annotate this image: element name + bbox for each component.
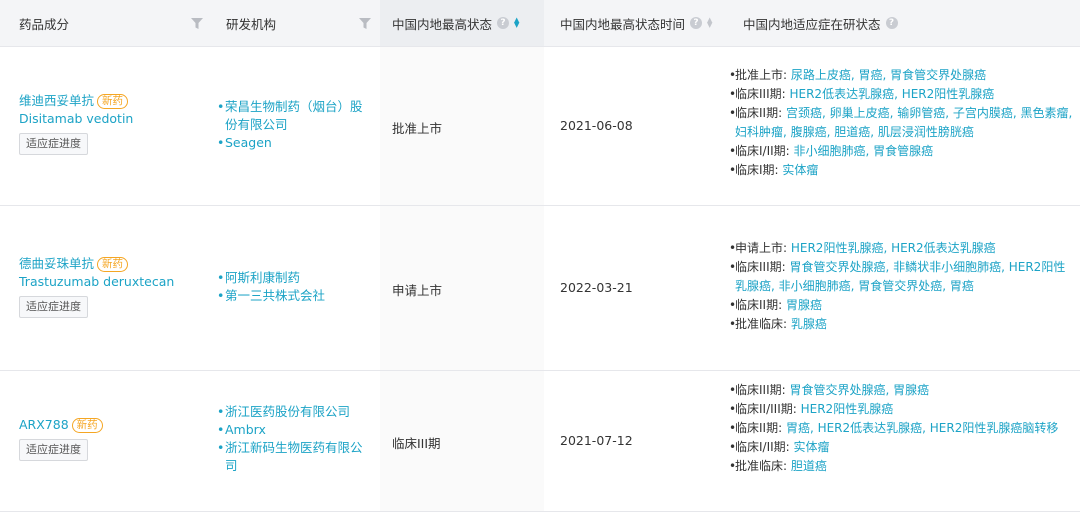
indication-link[interactable]: 实体瘤 <box>794 440 830 454</box>
indication-link[interactable]: 胃癌, HER2低表达乳腺癌, HER2阳性乳腺癌脑转移 <box>786 421 1058 435</box>
indication-item: • 临床III期: 胃食管交界处腺癌, 非鳞状非小细胞肺癌, HER2阳性乳腺癌,… <box>729 260 1066 293</box>
indication-link[interactable]: 胃腺癌 <box>786 298 822 312</box>
indication-item: • 批准临床: 乳腺癌 <box>729 317 827 331</box>
indication-item: • 批准临床: 胆道癌 <box>729 459 827 473</box>
status-value: 申请上市 <box>392 283 443 298</box>
indication-link[interactable]: 乳腺癌 <box>791 317 827 331</box>
indication-item: • 临床II期: 胃腺癌 <box>729 298 822 312</box>
indication-item: • 临床I/II期: 非小细胞肺癌, 胃食管腺癌 <box>729 144 934 158</box>
indication-link[interactable]: HER2阳性乳腺癌 <box>801 402 894 416</box>
header-time-label: 中国内地最高状态时间 <box>560 16 686 32</box>
filter-icon[interactable] <box>191 18 203 29</box>
table-header: 药品成分 研发机构 中国内地最高状态 ? ▲ ▼ 中国内地最高状态时间 ? ▲ ▼ … <box>0 0 1080 47</box>
help-icon[interactable]: ? <box>690 17 703 29</box>
org-link[interactable]: • 浙江医药股份有限公司 <box>217 403 367 421</box>
status-date: 2021-07-12 <box>560 433 633 448</box>
indication-link[interactable]: HER2低表达乳腺癌, HER2阳性乳腺癌 <box>789 87 994 101</box>
drug-cell: 德曲妥珠单抗 新药 Trastuzumab deruxtecan 适应症进度 <box>19 255 174 318</box>
header-indication-label: 中国内地适应症在研状态 <box>743 16 881 32</box>
indication-item: • 申请上市: HER2阳性乳腺癌, HER2低表达乳腺癌 <box>729 241 996 255</box>
drug-table: 药品成分 研发机构 中国内地最高状态 ? ▲ ▼ 中国内地最高状态时间 ? ▲ ▼ … <box>0 0 1080 513</box>
header-status-label: 中国内地最高状态 <box>392 16 493 32</box>
drug-name-en[interactable]: Disitamab vedotin <box>19 110 133 128</box>
drug-cell: 维迪西妥单抗 新药 Disitamab vedotin 适应症进度 <box>19 92 133 155</box>
header-drug[interactable]: 药品成分 <box>19 0 69 46</box>
indication-link[interactable]: 尿路上皮癌, 胃癌, 胃食管交界处腺癌 <box>791 68 986 82</box>
new-drug-badge: 新药 <box>97 256 129 272</box>
org-link[interactable]: • Seagen <box>217 134 367 152</box>
status-date: 2022-03-21 <box>560 280 633 295</box>
org-link[interactable]: • Ambrx <box>217 421 367 439</box>
indication-item: • 批准上市: 尿路上皮癌, 胃癌, 胃食管交界处腺癌 <box>729 68 987 82</box>
sort-icon[interactable]: ▲ ▼ <box>707 17 712 29</box>
indication-item: • 临床III期: HER2低表达乳腺癌, HER2阳性乳腺癌 <box>729 87 995 101</box>
org-list: • 荣昌生物制药（烟台）股份有限公司 • Seagen <box>217 98 367 152</box>
indication-link[interactable]: HER2阳性乳腺癌, HER2低表达乳腺癌 <box>791 241 996 255</box>
header-indication: 中国内地适应症在研状态 ? <box>743 0 898 46</box>
sort-icon[interactable]: ▲ ▼ <box>514 17 519 29</box>
help-icon[interactable]: ? <box>497 17 510 29</box>
indication-link[interactable]: 宫颈癌, 卵巢上皮癌, 输卵管癌, 子宫内膜癌, 黑色素瘤, 妇科肿瘤, 腹腺癌… <box>735 106 1072 139</box>
table-row: 维迪西妥单抗 新药 Disitamab vedotin 适应症进度 • 荣昌生物制… <box>0 47 1080 206</box>
new-drug-badge: 新药 <box>97 93 129 109</box>
org-link[interactable]: • 荣昌生物制药（烟台）股份有限公司 <box>217 98 367 134</box>
header-org[interactable]: 研发机构 <box>226 0 276 46</box>
header-time[interactable]: 中国内地最高状态时间 ? ▲ ▼ <box>560 0 712 46</box>
indication-item: • 临床III期: 胃食管交界处腺癌, 胃腺癌 <box>729 383 930 397</box>
org-link[interactable]: • 阿斯利康制药 <box>217 269 367 287</box>
indication-link[interactable]: 非小细胞肺癌, 胃食管腺癌 <box>794 144 934 158</box>
org-link[interactable]: • 浙江新码生物医药有限公司 <box>217 439 367 475</box>
drug-name-cn[interactable]: 维迪西妥单抗 <box>19 92 94 110</box>
header-org-label: 研发机构 <box>226 16 277 32</box>
indication-progress-button[interactable]: 适应症进度 <box>19 296 88 318</box>
help-icon[interactable]: ? <box>885 17 898 29</box>
indication-list: • 批准上市: 尿路上皮癌, 胃癌, 胃食管交界处腺癌 • 临床III期: HER2… <box>729 66 1074 180</box>
drug-name-cn[interactable]: ARX788 <box>19 416 69 434</box>
indication-link[interactable]: 实体瘤 <box>782 163 818 177</box>
indication-link[interactable]: 胆道癌 <box>791 459 827 473</box>
indication-item: • 临床I期: 实体瘤 <box>729 163 819 177</box>
drug-cell: ARX788 新药 适应症进度 <box>19 416 103 461</box>
indication-item: • 临床II期: 宫颈癌, 卵巢上皮癌, 输卵管癌, 子宫内膜癌, 黑色素瘤, 妇… <box>729 106 1073 139</box>
indication-progress-button[interactable]: 适应症进度 <box>19 133 88 155</box>
new-drug-badge: 新药 <box>71 417 103 433</box>
status-value: 批准上市 <box>392 121 443 136</box>
indication-list: • 申请上市: HER2阳性乳腺癌, HER2低表达乳腺癌 • 临床III期: 胃食… <box>729 239 1074 334</box>
org-list: • 浙江医药股份有限公司 • Ambrx • 浙江新码生物医药有限公司 <box>217 403 367 475</box>
indication-list: • 临床III期: 胃食管交界处腺癌, 胃腺癌 • 临床II/III期: HER2阳… <box>729 381 1074 476</box>
indication-item: • 临床I/II期: 实体瘤 <box>729 440 830 454</box>
org-list: • 阿斯利康制药 • 第一三共株式会社 <box>217 269 367 305</box>
header-drug-label: 药品成分 <box>19 16 70 32</box>
indication-progress-button[interactable]: 适应症进度 <box>19 439 88 461</box>
indication-item: • 临床II/III期: HER2阳性乳腺癌 <box>729 402 894 416</box>
indication-item: • 临床II期: 胃癌, HER2低表达乳腺癌, HER2阳性乳腺癌脑转移 <box>729 421 1059 435</box>
table-row: 德曲妥珠单抗 新药 Trastuzumab deruxtecan 适应症进度 •… <box>0 206 1080 371</box>
table-row: ARX788 新药 适应症进度 • 浙江医药股份有限公司 • Ambrx • 浙江新码… <box>0 371 1080 512</box>
status-value: 临床III期 <box>392 436 441 451</box>
filter-icon[interactable] <box>359 18 371 29</box>
indication-link[interactable]: 胃食管交界处腺癌, 胃腺癌 <box>789 383 929 397</box>
header-status[interactable]: 中国内地最高状态 ? ▲ ▼ <box>392 0 519 46</box>
org-link[interactable]: • 第一三共株式会社 <box>217 287 367 305</box>
drug-name-cn[interactable]: 德曲妥珠单抗 <box>19 255 94 273</box>
drug-name-en[interactable]: Trastuzumab deruxtecan <box>19 273 174 291</box>
status-date: 2021-06-08 <box>560 118 633 133</box>
